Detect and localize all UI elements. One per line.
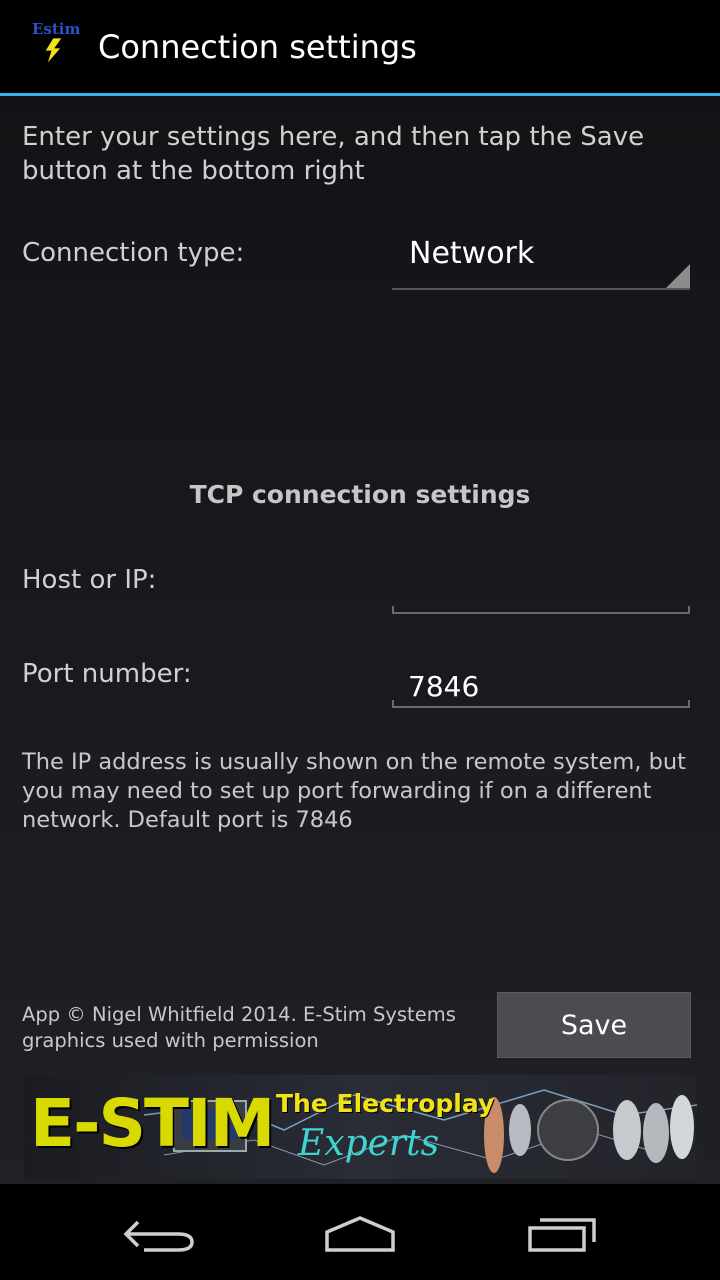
- banner-tagline-1: The Electroplay: [276, 1089, 495, 1118]
- connection-type-value: Network: [409, 236, 535, 271]
- home-icon[interactable]: [315, 1210, 405, 1256]
- spinner-corner-icon: [666, 264, 690, 288]
- recent-apps-icon[interactable]: [518, 1210, 608, 1256]
- app-icon-label: Estim: [32, 20, 81, 38]
- app-icon[interactable]: Estim: [28, 18, 88, 68]
- copyright-text: App © Nigel Whitfield 2014. E-Stim Syste…: [22, 1003, 456, 1052]
- intro-text: Enter your settings here, and then tap t…: [22, 122, 645, 186]
- connection-type-spinner[interactable]: Network: [392, 232, 690, 290]
- banner-tagline-2: Experts: [298, 1123, 440, 1164]
- navigation-bar: [0, 1184, 720, 1280]
- host-input[interactable]: [408, 572, 678, 612]
- host-field[interactable]: [392, 572, 690, 614]
- hint-text: The IP address is usually shown on the r…: [22, 749, 686, 833]
- connection-type-label: Connection type:: [22, 238, 245, 268]
- page-title: Connection settings: [98, 28, 417, 66]
- lightning-icon: [44, 38, 63, 64]
- save-button[interactable]: Save: [497, 992, 691, 1058]
- port-label: Port number:: [22, 659, 192, 689]
- banner-brand: E-STIM: [30, 1085, 275, 1162]
- port-input[interactable]: [408, 666, 678, 706]
- port-field[interactable]: [392, 666, 690, 708]
- action-bar: Estim Connection settings: [0, 0, 720, 96]
- host-label: Host or IP:: [22, 565, 157, 595]
- settings-content: Enter your settings here, and then tap t…: [0, 96, 720, 1184]
- estim-banner[interactable]: E-STIM The Electroplay Experts: [24, 1075, 697, 1179]
- back-icon[interactable]: [116, 1210, 206, 1256]
- tcp-section-title: TCP connection settings: [189, 480, 531, 509]
